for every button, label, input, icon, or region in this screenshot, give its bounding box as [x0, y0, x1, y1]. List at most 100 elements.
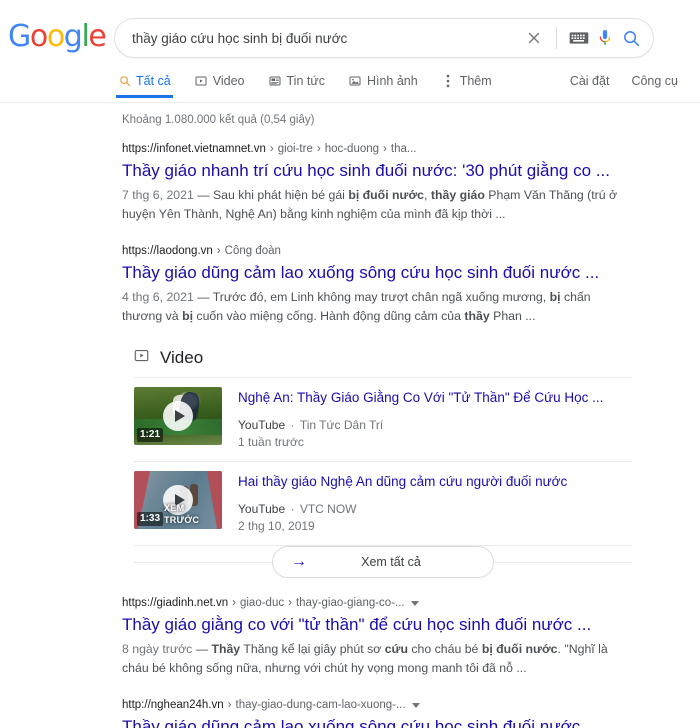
url-separator: › [383, 143, 387, 155]
result-crumb: giao-duc [239, 597, 285, 609]
video-thumbnail[interactable]: 1:33 XEM TRƯỚC [134, 471, 222, 529]
tab-all-label: Tất cả [136, 74, 171, 88]
url-separator: › [288, 597, 292, 609]
result-title-link[interactable]: Thầy giáo dũng cảm lao xuống sông cứu họ… [122, 715, 632, 728]
search-divider [556, 27, 557, 49]
result-crumb: Công đoàn [224, 245, 281, 257]
tab-news[interactable]: Tin tức [269, 70, 325, 97]
logo-letter-o1: o [29, 19, 48, 54]
video-icon [195, 75, 208, 88]
play-icon [163, 401, 193, 431]
video-item[interactable]: 1:21 Nghệ An: Thầy Giáo Giằng Co Với "Tử… [134, 378, 632, 462]
logo-letter-o2: o [46, 19, 65, 54]
result-domain: https://laodong.vn [122, 245, 213, 257]
microphone-icon[interactable] [592, 28, 618, 48]
result-date: 8 ngày trước [122, 642, 193, 656]
search-results-main: Khoảng 1.080.000 kết quả (0,54 giây) htt… [0, 103, 700, 728]
more-vertical-icon [442, 74, 455, 88]
logo-letter-g1: G [8, 19, 31, 54]
search-input[interactable] [115, 30, 521, 46]
video-source-name: YouTube [238, 502, 286, 516]
search-result: https://giadinh.net.vn › giao-duc › thay… [122, 595, 632, 678]
tab-news-label: Tin tức [286, 74, 325, 88]
result-crumb: thay-giao-dung-cam-lao-xuong-... [235, 699, 406, 711]
page-header: Google [0, 0, 700, 70]
video-meta: Nghệ An: Thầy Giáo Giằng Co Với "Tử Thần… [238, 387, 632, 451]
video-duration: 1:33 [137, 512, 164, 526]
tab-more-label: Thêm [459, 74, 492, 88]
url-separator: › [216, 245, 221, 257]
video-source: YouTube · VTC NOW [238, 501, 632, 518]
result-crumb: thay-giao-giang-co-... [295, 597, 405, 609]
search-result: https://infonet.vietnamnet.vn › gioi-tre… [122, 141, 632, 224]
url-separator: › [227, 699, 232, 711]
video-item[interactable]: 1:33 XEM TRƯỚC Hai thầy giáo Nghệ An dũn… [134, 462, 632, 546]
video-icon [134, 348, 149, 368]
tab-images[interactable]: Hình ảnh [349, 70, 418, 97]
result-url[interactable]: https://infonet.vietnamnet.vn › gioi-tre… [122, 141, 632, 158]
video-duration: 1:21 [137, 428, 164, 442]
search-nav-bar: Tất cả Video Tin tức Hình ảnh Thêm Cài đ… [0, 70, 700, 103]
video-title-link[interactable]: Nghệ An: Thầy Giáo Giằng Co Với "Tử Thần… [238, 388, 632, 408]
video-channel: VTC NOW [299, 502, 357, 516]
logo-letter-e: e [88, 19, 106, 54]
result-url[interactable]: http://nghean24h.vn › thay-giao-dung-cam… [122, 697, 632, 714]
tab-all[interactable]: Tất cả [116, 70, 173, 98]
search-result: http://nghean24h.vn › thay-giao-dung-cam… [122, 697, 632, 728]
video-age: 2 thg 10, 2019 [238, 519, 315, 533]
result-title-link[interactable]: Thầy giáo giằng co với "tử thần" để cứu … [122, 613, 632, 637]
result-dash: — [195, 642, 212, 656]
arrow-right-icon: → [291, 553, 307, 570]
clear-search-icon[interactable] [521, 29, 547, 47]
google-logo[interactable]: Google [8, 19, 107, 54]
search-submit-icon[interactable] [618, 29, 644, 48]
search-bar[interactable] [114, 18, 654, 58]
result-menu-caret-icon[interactable] [410, 601, 419, 606]
result-snippet: 7 thg 6, 2021 — Sau khi phát hiện bé gái… [122, 186, 622, 224]
result-crumb: hoc-duong [324, 143, 380, 155]
result-title-link[interactable]: Thầy giáo nhanh trí cứu học sinh đuối nư… [122, 159, 632, 183]
video-meta: Hai thầy giáo Nghệ An dũng cảm cứu người… [238, 471, 632, 535]
result-menu-caret-icon[interactable] [411, 703, 420, 708]
result-domain: https://infonet.vietnamnet.vn [122, 143, 266, 155]
tab-more[interactable]: Thêm [442, 70, 492, 97]
result-crumb: gioi-tre [277, 143, 313, 155]
source-dot: · [287, 418, 298, 432]
nav-tabs: Tất cả Video Tin tức Hình ảnh Thêm [116, 70, 516, 98]
tools-button[interactable]: Công cụ [631, 74, 678, 88]
see-all-button[interactable]: → Xem tất cả [272, 546, 494, 578]
video-block-header: Video [134, 348, 632, 368]
result-crumb: tha... [390, 143, 417, 155]
result-dash: — [197, 188, 213, 202]
result-snippet: 4 thg 6, 2021 — Trước đó, em Linh không … [122, 288, 622, 326]
video-block: Video 1:21 Nghệ An: Thầy Giáo Giằng Co V… [134, 348, 632, 579]
url-separator: › [269, 143, 274, 155]
result-url[interactable]: https://giadinh.net.vn › giao-duc › thay… [122, 595, 632, 612]
result-date: 7 thg 6, 2021 [122, 188, 194, 202]
see-all-row: → Xem tất cả [134, 545, 632, 579]
result-date: 4 thg 6, 2021 [122, 290, 194, 304]
video-thumbnail[interactable]: 1:21 [134, 387, 222, 445]
nav-right-actions: Cài đặt Công cụ [570, 70, 678, 88]
tab-video[interactable]: Video [195, 70, 245, 97]
video-source: YouTube · Tin Tức Dân Trí [238, 417, 632, 434]
video-block-title: Video [160, 348, 204, 367]
keyboard-icon[interactable] [566, 31, 592, 45]
result-domain: http://nghean24h.vn [122, 699, 224, 711]
settings-button[interactable]: Cài đặt [570, 74, 610, 88]
results-stats: Khoảng 1.080.000 kết quả (0,54 giây) [122, 114, 315, 126]
search-icon [118, 75, 131, 88]
tab-images-label: Hình ảnh [366, 74, 418, 88]
result-domain: https://giadinh.net.vn [122, 597, 229, 609]
video-age: 1 tuần trước [238, 435, 304, 449]
result-url[interactable]: https://laodong.vn › Công đoàn [122, 243, 632, 260]
search-result: https://laodong.vn › Công đoàn Thầy giáo… [122, 243, 632, 326]
video-source-name: YouTube [238, 418, 286, 432]
nav-inner: Tất cả Video Tin tức Hình ảnh Thêm Cài đ… [116, 70, 678, 102]
see-all-label: Xem tất cả [361, 555, 421, 569]
url-separator: › [232, 597, 236, 609]
video-title-link[interactable]: Hai thầy giáo Nghệ An dũng cảm cứu người… [238, 472, 632, 492]
result-snippet: 8 ngày trước — Thầy Thăng kể lại giây ph… [122, 640, 622, 678]
result-dash: — [197, 290, 213, 304]
result-title-link[interactable]: Thầy giáo dũng cảm lao xuống sông cứu họ… [122, 261, 632, 285]
